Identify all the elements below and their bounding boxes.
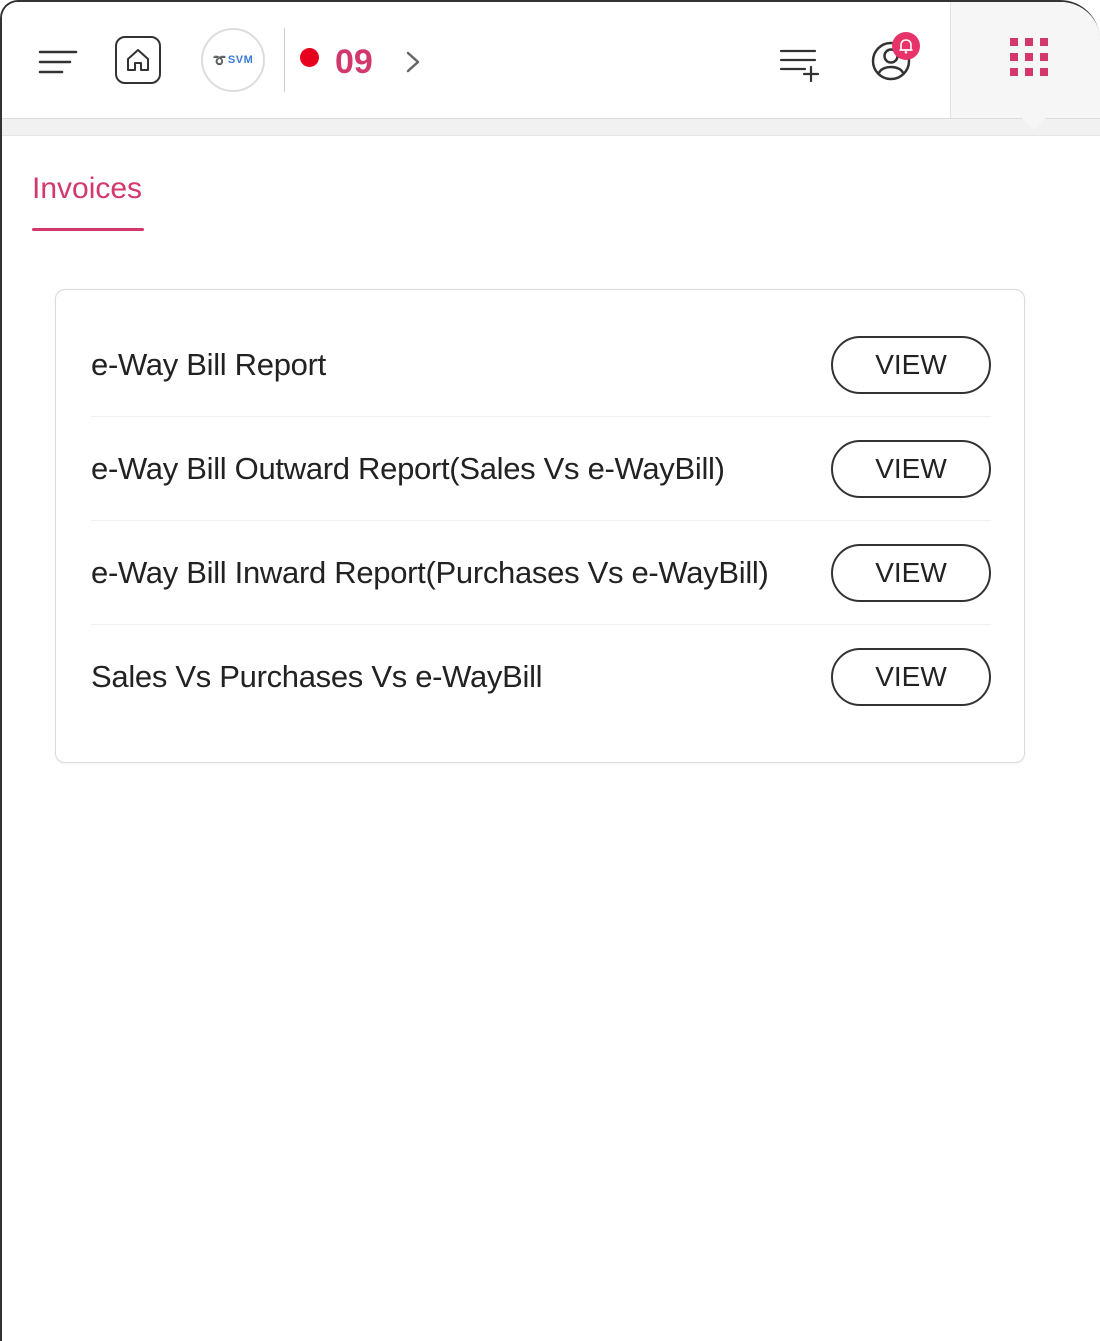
status-dot	[300, 48, 319, 67]
report-row-eway-bill: e-Way Bill Report VIEW	[91, 313, 991, 417]
add-to-list-button[interactable]	[776, 42, 824, 84]
chevron-right-icon	[406, 51, 420, 73]
home-icon	[127, 49, 149, 71]
header-divider	[2, 118, 1100, 136]
active-tab-indicator	[32, 228, 144, 231]
view-button[interactable]: VIEW	[831, 440, 991, 498]
view-button[interactable]: VIEW	[831, 544, 991, 602]
menu-icon	[38, 50, 78, 74]
menu-button[interactable]	[38, 46, 78, 78]
apps-panel-pointer	[1022, 118, 1046, 130]
report-title: e-Way Bill Outward Report(Sales Vs e-Way…	[91, 451, 725, 486]
header-separator	[284, 28, 285, 92]
next-button[interactable]	[398, 44, 428, 80]
company-logo[interactable]: ➰ SVM	[201, 28, 265, 92]
view-button[interactable]: VIEW	[831, 336, 991, 394]
report-row-eway-outward: e-Way Bill Outward Report(Sales Vs e-Way…	[91, 417, 991, 521]
report-row-sales-purchases: Sales Vs Purchases Vs e-WayBill VIEW	[91, 625, 991, 729]
top-navbar: ➰ SVM 09	[2, 2, 1100, 118]
bell-icon	[899, 39, 913, 54]
home-button[interactable]	[115, 36, 161, 84]
report-title: Sales Vs Purchases Vs e-WayBill	[91, 659, 543, 694]
tab-invoices[interactable]: Invoices	[32, 168, 142, 210]
view-button[interactable]: VIEW	[831, 648, 991, 706]
reports-card: e-Way Bill Report VIEW e-Way Bill Outwar…	[55, 289, 1025, 763]
report-title: e-Way Bill Report	[91, 347, 326, 382]
period-count: 09	[335, 43, 373, 81]
notification-badge[interactable]	[892, 32, 920, 60]
report-title: e-Way Bill Inward Report(Purchases Vs e-…	[91, 555, 769, 590]
grid-icon	[1010, 38, 1048, 76]
apps-button[interactable]	[1006, 34, 1052, 80]
logo-text: SVM	[227, 54, 254, 66]
report-row-eway-inward: e-Way Bill Inward Report(Purchases Vs e-…	[91, 521, 991, 625]
logo-swoosh-icon: ➰	[212, 54, 227, 67]
playlist-add-icon	[779, 49, 820, 83]
app-window: ➰ SVM 09 Invoices e-Way Bill Report VIEW…	[0, 0, 1100, 1341]
